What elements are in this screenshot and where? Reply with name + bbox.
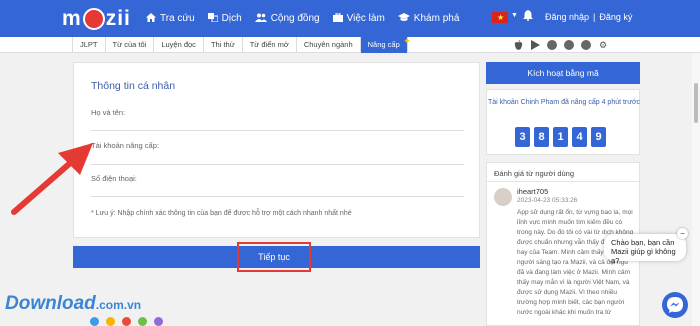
watermark-dots xyxy=(90,317,170,326)
watermark-dot xyxy=(154,317,163,326)
watermark-dot xyxy=(90,317,99,326)
watermark-brand: Download xyxy=(5,293,96,314)
watermark-dot xyxy=(122,317,131,326)
download-watermark: Download.com.vn xyxy=(5,293,141,315)
watermark-dot xyxy=(138,317,147,326)
red-arrow-annotation xyxy=(11,143,93,215)
watermark-dot xyxy=(106,317,115,326)
watermark-suffix: .com.vn xyxy=(95,298,142,312)
